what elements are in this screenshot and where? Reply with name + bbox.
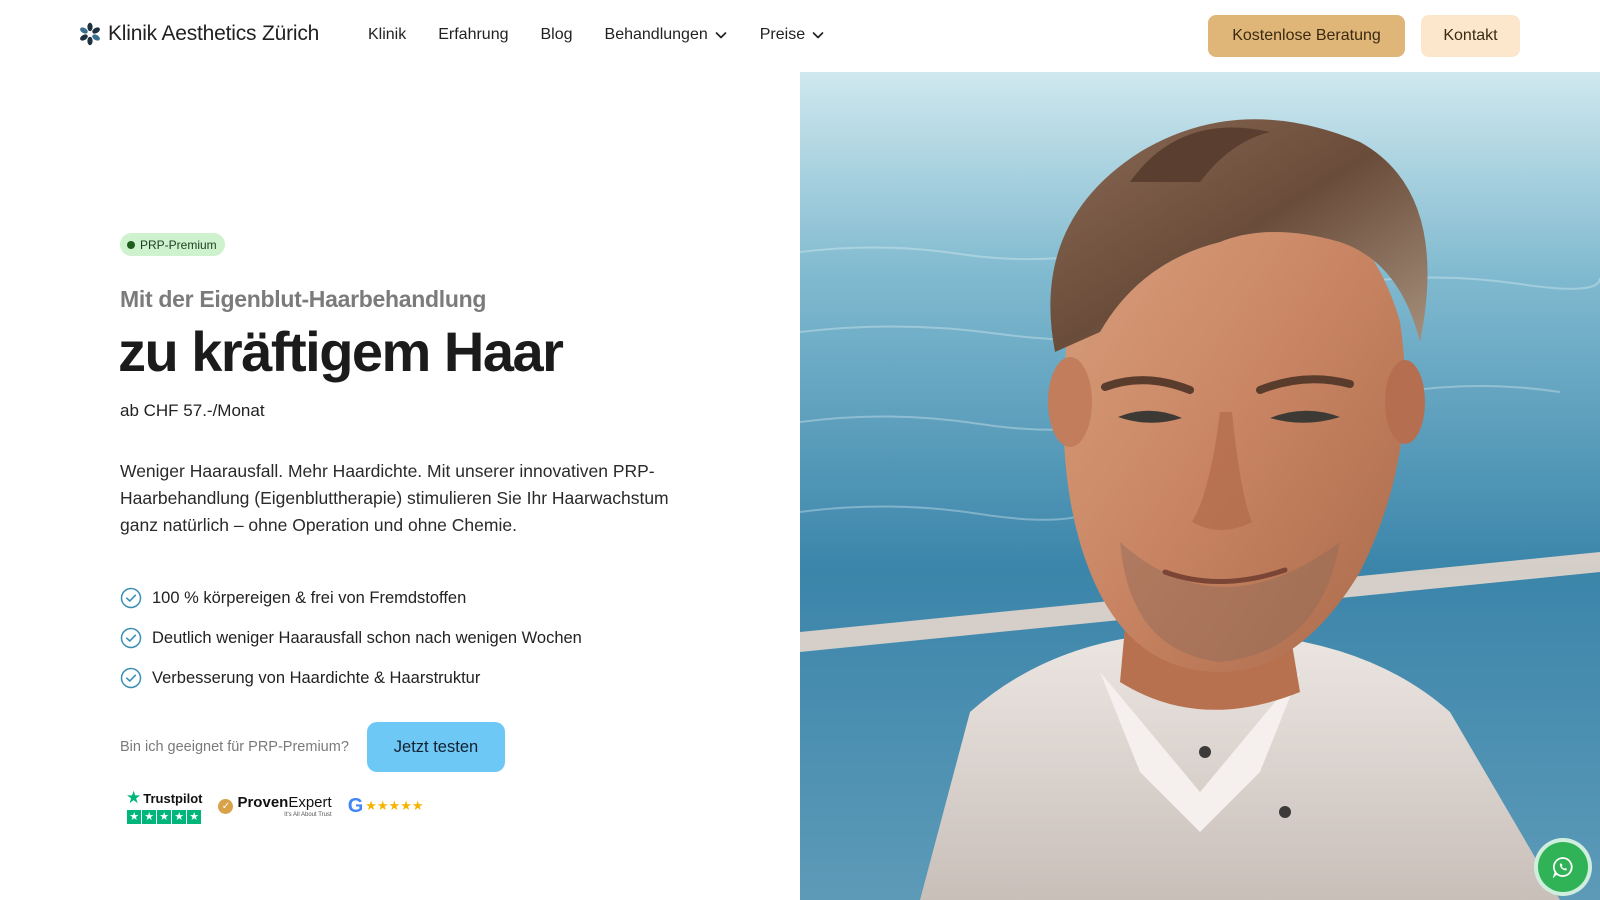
logo-flower-icon bbox=[80, 22, 100, 46]
proven-expert-wordmark: ProvenExpert It's All About Trust bbox=[237, 795, 331, 818]
star-icon: ★ bbox=[142, 810, 157, 824]
check-circle-icon bbox=[120, 587, 142, 609]
trustpilot-logo[interactable]: ★ Trustpilot ★ ★ ★ ★ ★ bbox=[126, 788, 202, 824]
hero-headline: zu kräftigem Haar bbox=[118, 320, 564, 383]
proven-expert-logo[interactable]: ✓ ProvenExpert It's All About Trust bbox=[218, 795, 332, 818]
whatsapp-chat-button[interactable] bbox=[1538, 842, 1588, 892]
star-icon: ★ bbox=[157, 810, 172, 824]
google-g-icon: G bbox=[347, 794, 364, 817]
chevron-down-icon bbox=[715, 32, 727, 39]
google-rating[interactable]: G ★★★★★ bbox=[348, 795, 424, 818]
hero-photo-illustration bbox=[800, 72, 1600, 900]
site-header: Klinik Aesthetics Zürich Klinik Erfahrun… bbox=[0, 0, 1600, 72]
trustpilot-star-icon: ★ bbox=[126, 788, 142, 807]
benefit-item: Verbesserung von Haardichte & Haarstrukt… bbox=[120, 658, 582, 698]
nav-label: Blog bbox=[540, 26, 573, 43]
check-circle-icon bbox=[120, 667, 142, 689]
nav-item-blog[interactable]: Blog bbox=[541, 26, 573, 44]
nav-label: Erfahrung bbox=[438, 26, 509, 43]
test-now-button[interactable]: Jetzt testen bbox=[367, 722, 505, 772]
proven-expert-name: ProvenExpert bbox=[237, 795, 331, 810]
benefit-text: 100 % körpereigen & frei von Fremdstoffe… bbox=[152, 588, 467, 607]
star-icon: ★ bbox=[187, 810, 202, 824]
prp-premium-badge: PRP-Premium bbox=[120, 233, 225, 256]
benefit-list: 100 % körpereigen & frei von Fremdstoffe… bbox=[120, 578, 582, 698]
proven-expert-tagline: It's All About Trust bbox=[284, 811, 332, 818]
badge-label: PRP-Premium bbox=[140, 237, 217, 252]
trustpilot-name: Trustpilot bbox=[143, 790, 203, 806]
trust-badges: ★ Trustpilot ★ ★ ★ ★ ★ ✓ ProvenExpert It… bbox=[126, 788, 424, 824]
hero-price: ab CHF 57.-/Monat bbox=[120, 401, 265, 420]
hero-description: Weniger Haarausfall. Mehr Haardichte. Mi… bbox=[120, 461, 669, 535]
nav-item-erfahrung[interactable]: Erfahrung bbox=[438, 26, 508, 44]
chevron-down-icon bbox=[812, 32, 824, 39]
benefit-item: 100 % körpereigen & frei von Fremdstoffe… bbox=[120, 578, 582, 618]
hero-subheadline: Mit der Eigenblut-Haarbehandlung bbox=[120, 286, 487, 312]
proven-expert-check-icon: ✓ bbox=[218, 798, 234, 814]
brand-logo[interactable]: Klinik Aesthetics Zürich bbox=[78, 22, 319, 46]
benefit-text: Deutlich weniger Haarausfall schon nach … bbox=[152, 628, 582, 647]
hero-photo bbox=[800, 72, 1600, 900]
main-nav: Klinik Erfahrung Blog Behandlungen Preis… bbox=[368, 26, 825, 44]
whatsapp-icon bbox=[1552, 857, 1573, 878]
brand-name: Klinik Aesthetics Zürich bbox=[108, 22, 320, 45]
contact-button[interactable]: Kontakt bbox=[1421, 15, 1520, 57]
nav-item-behandlungen[interactable]: Behandlungen bbox=[605, 26, 728, 44]
star-icon: ★ bbox=[172, 810, 187, 824]
star-icon: ★ bbox=[127, 810, 142, 824]
nav-item-preise[interactable]: Preise bbox=[760, 26, 825, 44]
shirt-button bbox=[1279, 806, 1291, 818]
benefit-item: Deutlich weniger Haarausfall schon nach … bbox=[120, 618, 582, 658]
free-consultation-button[interactable]: Kostenlose Beratung bbox=[1208, 15, 1405, 57]
trustpilot-wordmark: ★ Trustpilot bbox=[126, 788, 202, 808]
google-stars: ★★★★★ bbox=[365, 798, 424, 813]
badge-dot-icon bbox=[127, 240, 135, 249]
check-circle-icon bbox=[120, 627, 142, 649]
proven-expert-bold: Proven bbox=[237, 793, 289, 811]
nav-label: Klinik bbox=[368, 26, 407, 43]
proven-expert-rest: Expert bbox=[288, 793, 332, 811]
nav-label: Behandlungen bbox=[604, 26, 708, 43]
trustpilot-rating: ★ ★ ★ ★ ★ bbox=[127, 810, 202, 824]
suitability-question: Bin ich geeignet für PRP-Premium? bbox=[120, 739, 349, 755]
nav-item-klinik[interactable]: Klinik bbox=[368, 26, 406, 44]
nav-label: Preise bbox=[759, 26, 806, 43]
shirt-button bbox=[1199, 746, 1211, 758]
benefit-text: Verbesserung von Haardichte & Haarstrukt… bbox=[152, 668, 481, 687]
